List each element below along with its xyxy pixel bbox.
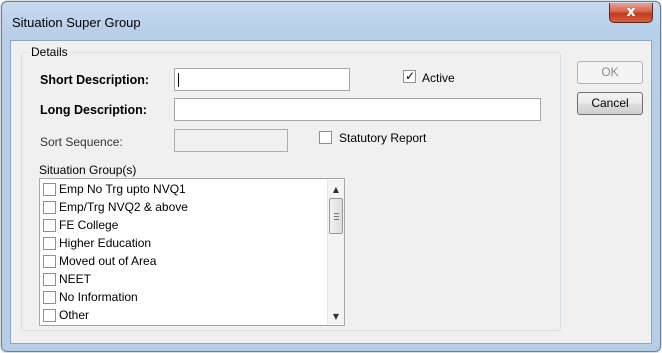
- item-checkbox[interactable]: [43, 254, 56, 268]
- item-checkbox[interactable]: [43, 308, 56, 322]
- scrollbar-thumb[interactable]: [329, 198, 343, 234]
- short-description-label: Short Description:: [40, 73, 150, 87]
- dialog-window: Situation Super Group x Details Short De…: [1, 1, 661, 352]
- listbox-scrollbar[interactable]: ▲ ▼: [327, 179, 344, 325]
- list-item-label: Emp No Trg upto NVQ1: [59, 182, 186, 196]
- sort-sequence-field: [174, 129, 288, 152]
- situation-groups-listbox[interactable]: Emp No Trg upto NVQ1 Emp/Trg NVQ2 & abov…: [39, 178, 345, 326]
- list-item-label: Emp/Trg NVQ2 & above: [59, 200, 188, 214]
- statutory-report-checkbox[interactable]: [319, 131, 332, 144]
- long-description-label: Long Description:: [40, 103, 147, 117]
- active-checkbox[interactable]: ✓: [403, 69, 416, 83]
- list-item-label: NEET: [59, 272, 92, 286]
- item-checkbox[interactable]: [43, 182, 56, 196]
- sort-sequence-label: Sort Sequence:: [40, 135, 123, 149]
- list-item[interactable]: Moved out of Area: [43, 252, 156, 270]
- close-button[interactable]: x: [609, 3, 653, 23]
- statutory-report-label: Statutory Report: [339, 131, 427, 145]
- cancel-button[interactable]: Cancel: [577, 92, 643, 115]
- item-checkbox[interactable]: [43, 236, 56, 250]
- list-item[interactable]: Higher Education: [43, 234, 151, 252]
- scroll-down-arrow-icon[interactable]: ▼: [328, 308, 344, 325]
- checkmark-icon: ✓: [405, 69, 416, 83]
- item-checkbox[interactable]: [43, 218, 56, 232]
- list-item-label: Other: [59, 308, 90, 322]
- list-item[interactable]: NEET: [43, 270, 91, 288]
- list-item[interactable]: Emp/Trg NVQ2 & above: [43, 198, 188, 216]
- text-caret: [178, 73, 179, 87]
- long-description-field[interactable]: [174, 98, 541, 121]
- active-label: Active: [422, 71, 455, 85]
- list-item-label: FE College: [59, 218, 119, 232]
- situation-groups-label: Situation Group(s): [39, 163, 137, 177]
- grip-line: [334, 219, 339, 220]
- list-item-label: Higher Education: [59, 236, 152, 250]
- list-item[interactable]: Other: [43, 306, 89, 324]
- list-item-label: Moved out of Area: [59, 254, 157, 268]
- item-checkbox[interactable]: [43, 272, 56, 286]
- scroll-up-arrow-icon[interactable]: ▲: [328, 181, 344, 198]
- close-icon: x: [626, 4, 636, 20]
- grip-line: [334, 213, 339, 214]
- short-description-field[interactable]: [174, 68, 350, 91]
- list-item-label: No Information: [59, 290, 138, 304]
- list-item[interactable]: Emp No Trg upto NVQ1: [43, 180, 186, 198]
- dialog-client-area: Details Short Description: ✓ Active Long…: [10, 40, 652, 344]
- details-legend: Details: [29, 45, 70, 59]
- window-title: Situation Super Group: [12, 15, 141, 30]
- item-checkbox[interactable]: [43, 290, 56, 304]
- grip-line: [334, 216, 339, 217]
- list-item[interactable]: FE College: [43, 216, 118, 234]
- list-item[interactable]: No Information: [43, 288, 138, 306]
- item-checkbox[interactable]: [43, 200, 56, 214]
- ok-button[interactable]: OK: [577, 61, 643, 84]
